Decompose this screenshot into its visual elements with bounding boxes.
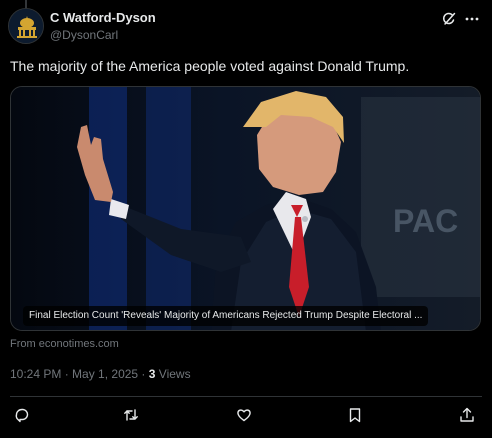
author-handle[interactable]: @DysonCarl: [50, 27, 156, 43]
share-button[interactable]: [458, 406, 476, 424]
avatar[interactable]: [8, 8, 44, 44]
svg-text:PAC: PAC: [393, 203, 458, 239]
author-display-name[interactable]: C Watford-Dyson: [50, 10, 156, 26]
repost-icon: [124, 409, 138, 421]
card-caption: Final Election Count 'Reveals' Majority …: [23, 306, 429, 326]
reply-icon: [15, 408, 29, 423]
post-meta: 10:24 PM · May 1, 2025 · 3 Views: [10, 366, 191, 382]
link-card[interactable]: PAC Final Election Count 'Reveals' Major…: [10, 86, 481, 331]
post-text: The majority of the America people voted…: [10, 58, 410, 74]
bookmark-icon: [349, 408, 361, 423]
card-source-link[interactable]: From econotimes.com: [10, 337, 119, 351]
like-button[interactable]: [235, 406, 253, 424]
post-time[interactable]: 10:24 PM: [10, 367, 61, 381]
post-detail: C Watford-Dyson @DysonCarl The majority …: [0, 0, 492, 438]
divider: [10, 396, 482, 397]
like-icon: [237, 409, 251, 422]
grok-icon[interactable]: [441, 11, 457, 27]
thread-line: [25, 0, 27, 8]
bookmark-button[interactable]: [346, 406, 364, 424]
author-info: C Watford-Dyson @DysonCarl: [50, 10, 156, 43]
repost-button[interactable]: [122, 406, 140, 424]
share-icon: [460, 407, 474, 422]
more-icon[interactable]: [464, 11, 480, 27]
reply-button[interactable]: [13, 406, 31, 424]
views-label: Views: [155, 367, 191, 381]
meta-separator: ·: [61, 367, 73, 381]
card-image: PAC: [11, 87, 480, 330]
meta-separator: ·: [138, 367, 149, 381]
post-date[interactable]: May 1, 2025: [72, 367, 138, 381]
